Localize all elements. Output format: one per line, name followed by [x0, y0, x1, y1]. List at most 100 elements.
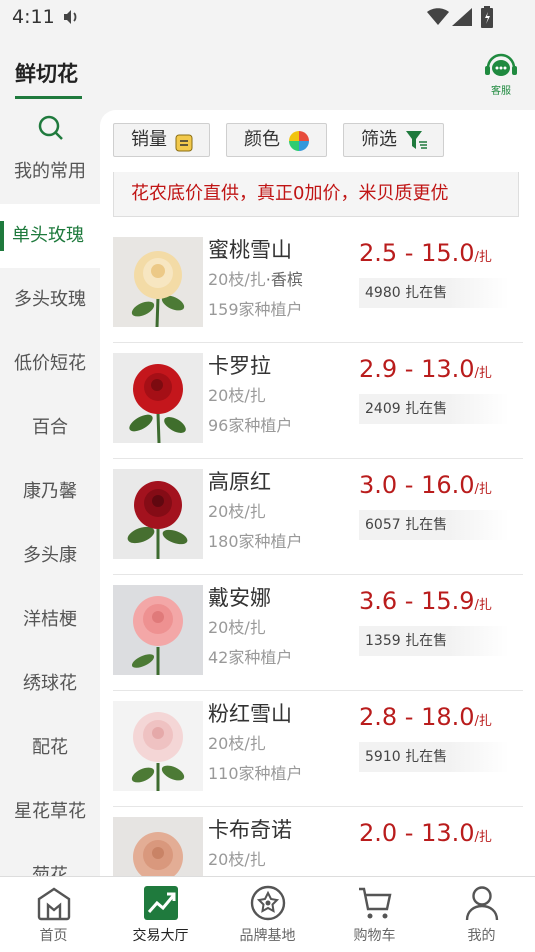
sort-sales-label: 销量: [131, 129, 167, 150]
product-row[interactable]: 卡布奇诺 20枝/扎 2.0 - 13.0/扎: [113, 806, 523, 876]
price-range: 3.0 - 16.0: [359, 471, 475, 499]
sales-sort-icon: [175, 131, 193, 163]
product-price: 2.0 - 13.0/扎: [359, 819, 492, 847]
product-price: 3.0 - 16.0/扎: [359, 471, 492, 499]
sidebar-item-multi-rose[interactable]: 多头玫瑰: [0, 268, 100, 332]
nav-trade-hall[interactable]: 交易大厅: [107, 877, 214, 952]
brand-base-icon: [250, 885, 286, 921]
customer-service-button[interactable]: 客服: [481, 51, 521, 97]
price-unit: /扎: [474, 250, 492, 265]
color-filter-button[interactable]: 颜色: [226, 123, 327, 157]
price-range: 2.8 - 18.0: [359, 703, 475, 731]
status-time: 4:11: [12, 6, 55, 28]
stock-badge: 4980 扎在售: [359, 278, 509, 308]
page-title: 鲜切花: [15, 62, 78, 86]
product-name: 卡布奇诺: [208, 818, 292, 842]
sidebar-item-label: 多头康: [23, 545, 77, 566]
stock-badge: 6057 扎在售: [359, 510, 509, 540]
price-range: 3.6 - 15.9: [359, 587, 475, 615]
product-growers: 180家种植户: [208, 532, 303, 551]
stock-text: 5910 扎在售: [365, 749, 448, 765]
sidebar-item-favorites[interactable]: 我的常用: [0, 140, 100, 204]
product-image: [113, 701, 203, 791]
nav-brand-base[interactable]: 品牌基地: [214, 877, 321, 952]
stock-text: 1359 扎在售: [365, 633, 448, 649]
stock-badge: 5910 扎在售: [359, 742, 509, 772]
status-bar: 4:11: [0, 0, 535, 36]
product-row[interactable]: 粉红雪山 20枝/扎 110家种植户 2.8 - 18.0/扎 5910 扎在售: [113, 690, 523, 807]
nav-cart[interactable]: 购物车: [321, 877, 428, 952]
nav-home-label: 首页: [39, 928, 68, 944]
nav-trade-hall-label: 交易大厅: [132, 928, 189, 944]
product-growers: 42家种植户: [208, 648, 293, 667]
sidebar-item-single-rose[interactable]: 单头玫瑰: [0, 204, 100, 268]
product-growers: 110家种植户: [208, 764, 303, 783]
product-row[interactable]: 蜜桃雪山 20枝/扎·香槟 159家种植户 2.5 - 15.0/扎 4980 …: [113, 226, 523, 343]
product-price: 2.5 - 15.0/扎: [359, 239, 492, 267]
nav-brand-base-label: 品牌基地: [239, 928, 296, 944]
sidebar-item-lily[interactable]: 百合: [0, 396, 100, 460]
product-image: [113, 817, 203, 876]
filter-button[interactable]: 筛选: [343, 123, 444, 157]
price-unit: /扎: [474, 482, 492, 497]
price-range: 2.9 - 13.0: [359, 355, 475, 383]
category-sidebar: 我的常用 单头玫瑰 多头玫瑰 低价短花 百合 康乃馨 多头康 洋桔梗 绣球花 配…: [0, 108, 100, 886]
sidebar-item-filler[interactable]: 配花: [0, 716, 100, 780]
sidebar-item-label: 绣球花: [23, 673, 77, 694]
nav-profile-label: 我的: [467, 928, 496, 944]
sidebar-item-hydrangea[interactable]: 绣球花: [0, 652, 100, 716]
product-image: [113, 585, 203, 675]
promo-notice-text: 花农底价直供，真正0加价，米贝质更优: [131, 183, 449, 204]
profile-icon: [464, 885, 500, 921]
sidebar-item-low-price[interactable]: 低价短花: [0, 332, 100, 396]
nav-home[interactable]: 首页: [0, 877, 107, 952]
product-row[interactable]: 卡罗拉 20枝/扎 96家种植户 2.9 - 13.0/扎 2409 扎在售: [113, 342, 523, 459]
stock-text: 2409 扎在售: [365, 401, 448, 417]
price-unit: /扎: [474, 366, 492, 381]
product-spec: 20枝/扎·香槟: [208, 270, 303, 289]
product-spec: 20枝/扎: [208, 618, 266, 637]
sidebar-item-label: 配花: [32, 737, 68, 758]
product-row[interactable]: 高原红 20枝/扎 180家种植户 3.0 - 16.0/扎 6057 扎在售: [113, 458, 523, 575]
product-row[interactable]: 戴安娜 20枝/扎 42家种植户 3.6 - 15.9/扎 1359 扎在售: [113, 574, 523, 691]
product-price: 2.9 - 13.0/扎: [359, 355, 492, 383]
stock-badge: 2409 扎在售: [359, 394, 509, 424]
nav-profile[interactable]: 我的: [428, 877, 535, 952]
nav-cart-label: 购物车: [353, 928, 396, 944]
product-image: [113, 469, 203, 559]
stock-text: 4980 扎在售: [365, 285, 448, 301]
product-spec: 20枝/扎: [208, 734, 266, 753]
product-tag: 香槟: [270, 270, 303, 289]
sidebar-item-label: 康乃馨: [23, 481, 77, 502]
product-name: 戴安娜: [208, 586, 271, 610]
home-icon: [36, 885, 72, 921]
bottom-nav: 首页 交易大厅 品牌基地 购物车 我的: [0, 876, 535, 952]
active-indicator: [0, 221, 4, 251]
color-wheel-icon: [289, 130, 309, 162]
product-image: [113, 237, 203, 327]
wifi-icon: [427, 8, 449, 30]
sort-sales-button[interactable]: 销量: [113, 123, 210, 157]
product-spec: 20枝/扎: [208, 850, 266, 869]
product-growers: 96家种植户: [208, 416, 293, 435]
product-panel: 销量 颜色 筛选 花农底价直供，真正0加价，米贝质更优 蜜桃雪山 20枝/扎·香…: [100, 110, 535, 876]
product-name: 卡罗拉: [208, 354, 271, 378]
sidebar-item-eustoma[interactable]: 洋桔梗: [0, 588, 100, 652]
trade-hall-icon: [143, 885, 179, 921]
stock-badge: 1359 扎在售: [359, 626, 509, 656]
sidebar-item-carnation[interactable]: 康乃馨: [0, 460, 100, 524]
sidebar-item-label: 百合: [32, 417, 68, 438]
product-name: 高原红: [208, 470, 271, 494]
sidebar-item-label: 我的常用: [14, 161, 86, 182]
sidebar-item-label: 低价短花: [14, 353, 86, 374]
product-spec: 20枝/扎: [208, 502, 266, 521]
product-growers: 159家种植户: [208, 300, 303, 319]
product-price: 2.8 - 18.0/扎: [359, 703, 492, 731]
sidebar-item-spray-carnation[interactable]: 多头康: [0, 524, 100, 588]
sidebar-item-label: 单头玫瑰: [12, 225, 84, 246]
product-image: [113, 353, 203, 443]
product-name: 蜜桃雪山: [208, 238, 292, 262]
sidebar-item-star-flowers[interactable]: 星花草花: [0, 780, 100, 844]
product-name: 粉红雪山: [208, 702, 292, 726]
sidebar-item-label: 星花草花: [14, 801, 86, 822]
